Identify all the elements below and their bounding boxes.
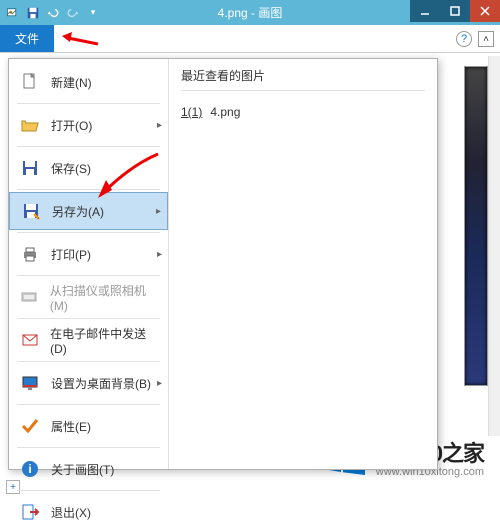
save-icon — [19, 157, 41, 179]
email-icon — [19, 329, 40, 351]
separator — [17, 318, 160, 319]
file-menu-list: 新建(N) 打开(O) ▸ 保存(S) 另存为(A) ▸ 打印(P) ▸ 从扫描… — [9, 59, 169, 469]
menu-label: 新建(N) — [51, 74, 92, 91]
menu-label: 打开(O) — [51, 117, 92, 134]
menu-open[interactable]: 打开(O) ▸ — [9, 106, 168, 144]
window-controls — [410, 0, 500, 22]
new-file-icon — [19, 71, 41, 93]
recent-file-item[interactable]: 1(1) 4.png — [181, 101, 425, 123]
scanner-icon — [19, 286, 40, 308]
menu-exit[interactable]: 退出(X) — [9, 493, 168, 531]
chevron-right-icon: ▸ — [157, 120, 162, 131]
menu-label: 从扫描仪或照相机(M) — [50, 282, 158, 313]
menu-print[interactable]: 打印(P) ▸ — [9, 235, 168, 273]
app-icon[interactable] — [6, 6, 20, 20]
menu-from-scanner[interactable]: 从扫描仪或照相机(M) — [9, 278, 168, 316]
separator — [17, 146, 160, 147]
separator — [17, 447, 160, 448]
separator — [17, 232, 160, 233]
file-menu-panel: 新建(N) 打开(O) ▸ 保存(S) 另存为(A) ▸ 打印(P) ▸ 从扫描… — [8, 58, 438, 470]
menu-properties[interactable]: 属性(E) — [9, 407, 168, 445]
canvas-preview — [464, 66, 488, 386]
menu-label: 设置为桌面背景(B) — [51, 375, 151, 392]
menu-new[interactable]: 新建(N) — [9, 63, 168, 101]
chevron-right-icon: ▸ — [157, 378, 162, 389]
collapse-ribbon-button[interactable]: ˄ — [478, 31, 494, 47]
menu-label: 属性(E) — [51, 418, 91, 435]
menu-label: 另存为(A) — [52, 203, 104, 220]
close-button[interactable] — [470, 0, 500, 22]
separator — [17, 490, 160, 491]
checkmark-icon — [19, 415, 41, 437]
exit-icon — [19, 501, 41, 523]
chevron-right-icon: ▸ — [157, 249, 162, 260]
save-as-icon — [20, 200, 42, 222]
annotation-arrow-icon — [60, 30, 100, 55]
separator — [17, 361, 160, 362]
chevron-right-icon: ▸ — [156, 206, 161, 217]
folder-open-icon — [19, 114, 41, 136]
title-bar: ▾ 4.png - 画图 — [0, 0, 500, 25]
annotation-arrow-icon — [92, 150, 162, 205]
maximize-button[interactable] — [440, 0, 470, 22]
menu-label: 关于画图(T) — [51, 461, 114, 478]
separator — [17, 404, 160, 405]
menu-send-email[interactable]: 在电子邮件中发送(D) — [9, 321, 168, 359]
separator — [17, 275, 160, 276]
info-icon: i — [19, 458, 41, 480]
recent-files-pane: 最近查看的图片 1(1) 4.png — [169, 59, 437, 469]
minimize-button[interactable] — [410, 0, 440, 22]
save-icon[interactable] — [26, 6, 40, 20]
menu-about[interactable]: i 关于画图(T) — [9, 450, 168, 488]
desktop-icon — [19, 372, 41, 394]
separator — [17, 103, 160, 104]
menu-label: 在电子邮件中发送(D) — [50, 325, 158, 356]
menu-label: 打印(P) — [51, 246, 91, 263]
printer-icon — [19, 243, 41, 265]
file-tab[interactable]: 文件 — [0, 25, 54, 52]
menu-label: 退出(X) — [51, 504, 91, 521]
qat-dropdown-icon[interactable]: ▾ — [86, 6, 100, 20]
redo-icon[interactable] — [66, 6, 80, 20]
recent-filename: 4.png — [210, 105, 240, 119]
quick-access-toolbar: ▾ — [0, 6, 100, 20]
recent-header: 最近查看的图片 — [181, 67, 425, 91]
help-button[interactable]: ? — [456, 31, 472, 47]
recent-index: 1(1) — [181, 105, 202, 119]
window-title: 4.png - 画图 — [218, 4, 283, 21]
undo-icon[interactable] — [46, 6, 60, 20]
menu-label: 保存(S) — [51, 160, 91, 177]
vertical-scrollbar[interactable] — [488, 56, 500, 436]
svg-text:i: i — [28, 462, 31, 476]
menu-set-wallpaper[interactable]: 设置为桌面背景(B) ▸ — [9, 364, 168, 402]
